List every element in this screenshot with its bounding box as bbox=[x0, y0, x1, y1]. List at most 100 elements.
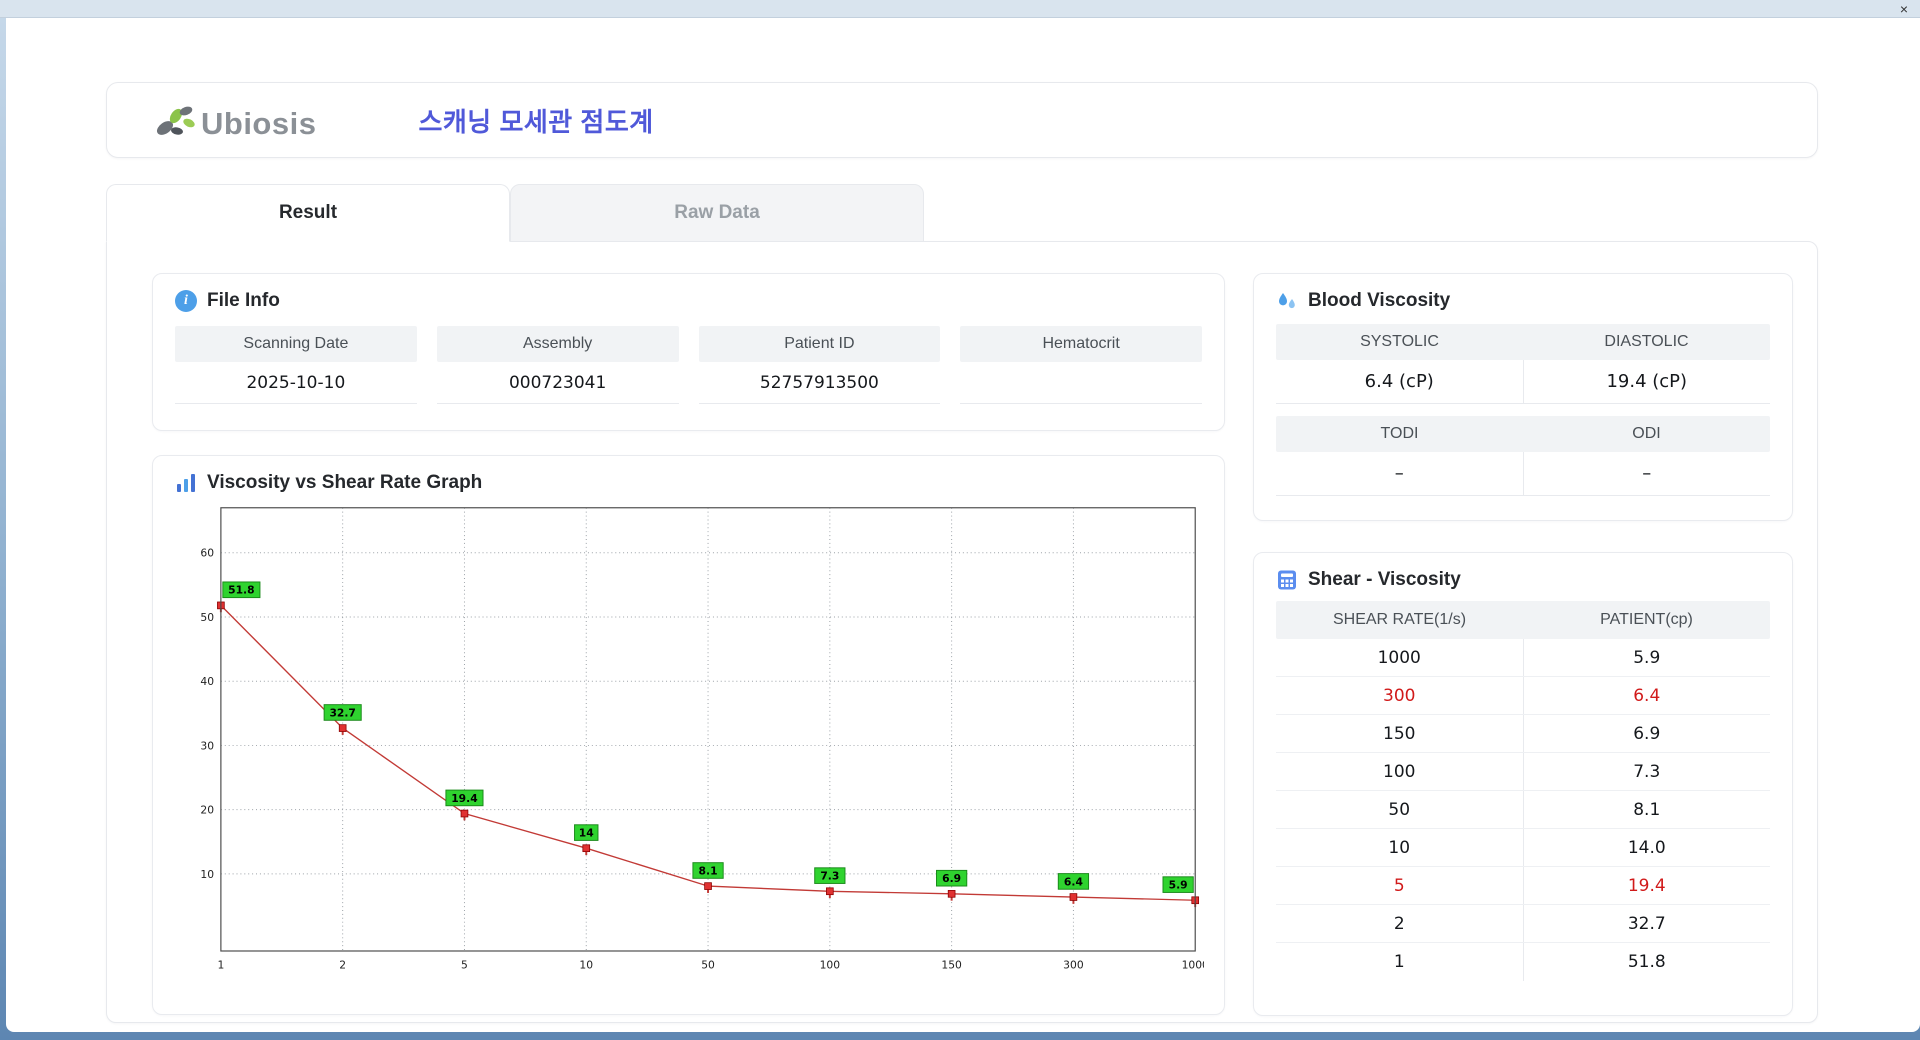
svg-text:19.4: 19.4 bbox=[451, 792, 477, 805]
bv-value: – bbox=[1276, 452, 1524, 495]
svg-text:10: 10 bbox=[579, 959, 593, 972]
leaf-icon bbox=[156, 106, 195, 135]
result-panel: i File Info Scanning Date 2025-10-10 Assem… bbox=[106, 241, 1818, 1023]
svg-text:8.1: 8.1 bbox=[699, 864, 718, 877]
cell-patient: 19.4 bbox=[1627, 875, 1666, 896]
bv-value: 6.4 (cP) bbox=[1276, 360, 1524, 403]
svg-text:100: 100 bbox=[820, 959, 841, 972]
viscosity-shear-chart: 10 20 30 40 50 60 1 2 5 10 50 100 150 300 1000 51.8 32.7… bbox=[200, 507, 1204, 972]
svg-text:50: 50 bbox=[701, 959, 715, 972]
bv-label: ODI bbox=[1632, 425, 1661, 442]
cell-patient: 8.1 bbox=[1633, 799, 1661, 820]
cell-patient: 7.3 bbox=[1633, 761, 1661, 782]
close-icon[interactable]: × bbox=[1900, 2, 1908, 16]
field-label: Hematocrit bbox=[960, 326, 1202, 362]
file-info-field: Assembly 000723041 bbox=[436, 326, 679, 404]
bv-value: 19.4 (cP) bbox=[1606, 371, 1688, 392]
app-header: Ubiosis 스캐닝 모세관 점도계 bbox=[106, 82, 1818, 158]
shear-viscosity-card: Shear - Viscosity SHEAR RATE(1/s) PATIEN… bbox=[1253, 552, 1793, 1016]
field-value: 2025-10-10 bbox=[175, 362, 417, 404]
shear-table-header: SHEAR RATE(1/s) PATIENT(cp) bbox=[1276, 601, 1770, 639]
cell-shear-rate: 150 bbox=[1276, 715, 1524, 752]
cell-shear-rate: 2 bbox=[1276, 905, 1524, 942]
shear-viscosity-title-row: Shear - Viscosity bbox=[1276, 569, 1770, 591]
field-value: 52757913500 bbox=[698, 362, 941, 404]
cell-shear-rate: 1000 bbox=[1276, 639, 1524, 676]
info-icon: i bbox=[175, 290, 197, 312]
svg-text:5.9: 5.9 bbox=[1169, 879, 1188, 892]
bv-label: DIASTOLIC bbox=[1604, 333, 1689, 350]
cell-shear-rate: 10 bbox=[1276, 829, 1524, 866]
svg-text:6.9: 6.9 bbox=[942, 872, 961, 885]
cell-shear-rate: 5 bbox=[1276, 867, 1524, 904]
col-shear-rate: SHEAR RATE(1/s) bbox=[1332, 611, 1467, 628]
field-label: Scanning Date bbox=[175, 326, 417, 362]
svg-text:40: 40 bbox=[200, 675, 214, 688]
graph-title-row: Viscosity vs Shear Rate Graph bbox=[175, 472, 1202, 494]
tab-result[interactable]: Result bbox=[106, 184, 510, 242]
svg-text:150: 150 bbox=[941, 959, 962, 972]
cell-patient: 14.0 bbox=[1627, 837, 1666, 858]
cell-shear-rate: 100 bbox=[1276, 753, 1524, 790]
table-row: 1000 5.9 bbox=[1276, 639, 1770, 677]
svg-text:30: 30 bbox=[200, 739, 214, 752]
cell-patient: 6.9 bbox=[1633, 723, 1661, 744]
file-info-field: Hematocrit bbox=[960, 326, 1202, 404]
field-label: Patient ID bbox=[698, 326, 941, 362]
table-row: 2 32.7 bbox=[1276, 905, 1770, 943]
svg-text:10: 10 bbox=[200, 868, 214, 881]
file-info-field: Patient ID 52757913500 bbox=[698, 326, 941, 404]
table-row: 100 7.3 bbox=[1276, 753, 1770, 791]
bv-label-row: SYSTOLIC DIASTOLIC bbox=[1276, 324, 1770, 360]
graph-title: Viscosity vs Shear Rate Graph bbox=[207, 472, 483, 493]
app-window: Ubiosis 스캐닝 모세관 점도계 Result Raw Data i Fi… bbox=[6, 18, 1920, 1032]
bv-label-row: TODI ODI bbox=[1276, 416, 1770, 452]
table-row: 300 6.4 bbox=[1276, 677, 1770, 715]
table-row: 5 19.4 bbox=[1276, 867, 1770, 905]
cell-patient: 51.8 bbox=[1627, 952, 1666, 972]
cell-patient: 5.9 bbox=[1633, 647, 1661, 668]
blood-viscosity-title: Blood Viscosity bbox=[1308, 290, 1451, 311]
shear-table-body: 1000 5.9 300 6.4 150 6.9 100 7.3 50 8.1 10 14.0 5 19.… bbox=[1276, 639, 1770, 981]
droplet-icon bbox=[1279, 293, 1295, 309]
card-title-text: File Info bbox=[207, 290, 280, 311]
col-patient: PATIENT(cp) bbox=[1600, 611, 1693, 628]
table-row: 10 14.0 bbox=[1276, 829, 1770, 867]
tab-raw-data[interactable]: Raw Data bbox=[510, 184, 924, 242]
cell-shear-rate: 50 bbox=[1276, 791, 1524, 828]
cell-shear-rate: 1 bbox=[1276, 943, 1524, 981]
bv-label: SYSTOLIC bbox=[1360, 333, 1439, 350]
svg-text:60: 60 bbox=[200, 547, 214, 560]
svg-text:5: 5 bbox=[461, 959, 468, 972]
table-icon bbox=[1278, 570, 1296, 590]
file-info-title: i File Info bbox=[175, 290, 1202, 312]
cell-patient: 6.4 bbox=[1633, 685, 1661, 706]
field-value: 000723041 bbox=[436, 362, 679, 404]
cell-shear-rate: 300 bbox=[1276, 677, 1524, 714]
bv-value: – bbox=[1642, 463, 1652, 484]
svg-text:300: 300 bbox=[1063, 959, 1084, 972]
file-info-fields: Scanning Date 2025-10-10 Assembly 000723041… bbox=[175, 326, 1202, 404]
graph-card: Viscosity vs Shear Rate Graph 10 20 30 40 50… bbox=[152, 455, 1225, 1015]
tab-bar: Result Raw Data bbox=[106, 184, 924, 242]
file-info-card: i File Info Scanning Date 2025-10-10 Assem… bbox=[152, 273, 1225, 431]
blood-viscosity-title-row: Blood Viscosity bbox=[1276, 290, 1770, 312]
blood-viscosity-card: Blood Viscosity SYSTOLIC DIASTOLIC 6.4 (cP… bbox=[1253, 273, 1793, 521]
file-info-field: Scanning Date 2025-10-10 bbox=[175, 326, 417, 404]
window-titlebar: × bbox=[0, 0, 1920, 18]
svg-text:32.7: 32.7 bbox=[329, 706, 355, 719]
bv-value-row: – – bbox=[1276, 452, 1770, 496]
table-row: 150 6.9 bbox=[1276, 715, 1770, 753]
bv-value-row: 6.4 (cP) 19.4 (cP) bbox=[1276, 360, 1770, 404]
table-row: 1 51.8 bbox=[1276, 943, 1770, 981]
blood-viscosity-grid: SYSTOLIC DIASTOLIC 6.4 (cP) 19.4 (cP) TODI OD… bbox=[1276, 324, 1770, 496]
ubiosis-logo: Ubiosis bbox=[153, 101, 316, 139]
svg-text:20: 20 bbox=[200, 804, 214, 817]
field-value bbox=[960, 362, 1202, 404]
svg-text:51.8: 51.8 bbox=[228, 584, 254, 597]
table-row: 50 8.1 bbox=[1276, 791, 1770, 829]
svg-text:14: 14 bbox=[579, 827, 594, 840]
svg-text:2: 2 bbox=[339, 959, 346, 972]
bv-label: TODI bbox=[1380, 425, 1419, 442]
shear-viscosity-title: Shear - Viscosity bbox=[1308, 569, 1461, 590]
